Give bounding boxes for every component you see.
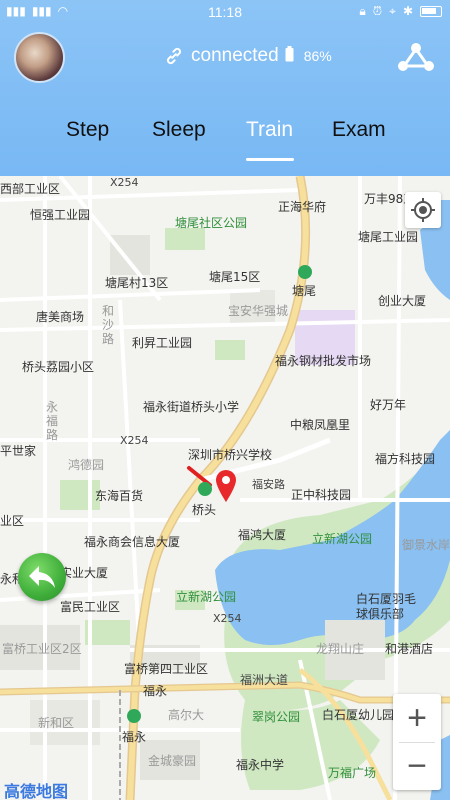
poi-label: 正海华府	[278, 200, 327, 214]
connection-label: connected	[191, 45, 279, 66]
tab-sleep[interactable]: Sleep	[152, 118, 206, 142]
back-button[interactable]	[18, 553, 66, 601]
poi-label: 立新湖公园	[176, 590, 237, 604]
poi-label: 塘尾15区	[209, 270, 261, 284]
road-label: 和沙路	[102, 304, 115, 346]
device-battery-label: 86%	[303, 48, 332, 64]
return-arrow-icon	[29, 566, 55, 588]
tab-train[interactable]: Train	[246, 118, 293, 142]
poi-label: 利昇工业园	[132, 336, 193, 350]
poi-label: 唐美商场	[36, 310, 85, 324]
poi-label: 高尔大	[168, 708, 205, 722]
poi-label: 新和区	[38, 716, 75, 730]
poi-label: 白石厦幼儿园	[322, 708, 395, 722]
active-tab-indicator	[246, 158, 294, 161]
road-label: 福洲大道	[240, 673, 289, 687]
bluetooth-icon: ✱	[402, 4, 413, 18]
tab-bar: Step Sleep Train Exam	[0, 118, 450, 168]
lock-icon: 🔒︎	[359, 4, 366, 18]
poi-label: 福永中学	[236, 758, 285, 772]
poi-label: 福方科技园	[375, 452, 436, 466]
locate-me-button[interactable]	[405, 192, 441, 228]
tab-step[interactable]: Step	[66, 118, 109, 142]
app-header: ▮▮▮ ▮▮▮ ◠ 11:18 🔒︎ ⏰︎ ⌖ ✱ connected 86%	[0, 0, 450, 176]
poi-label: 福鸿大厦	[238, 528, 287, 542]
share-icon[interactable]	[396, 40, 436, 74]
poi-label: 万福广场	[328, 766, 377, 780]
tab-exam[interactable]: Exam	[332, 118, 386, 142]
poi-label: 平世家	[0, 444, 37, 458]
poi-label: 金城豪园	[148, 754, 197, 768]
road-label: X254	[213, 612, 242, 625]
poi-label: 立新湖公园	[312, 532, 373, 546]
road-label: 福安路	[252, 478, 285, 491]
map-provider-logo: 高德地图	[4, 782, 69, 800]
poi-label: 桥头荔园小区	[22, 360, 95, 374]
poi-label: 中粮凤凰里	[290, 418, 351, 432]
road-label: 永福路	[46, 400, 59, 442]
road-label: X254	[110, 176, 139, 189]
zoom-out-button[interactable]: −	[393, 742, 441, 790]
poi-label: 实业大厦	[60, 566, 109, 580]
poi-label: 创业大厦	[378, 294, 427, 308]
poi-label: 宝安华强城	[228, 304, 289, 318]
poi-label: 翠岗公园	[252, 710, 301, 724]
road-label: X254	[120, 434, 149, 447]
location-marker-icon	[215, 469, 237, 507]
poi-label: 西部工业区	[0, 182, 61, 196]
poi-label: 塘尾社区公园	[175, 216, 248, 230]
poi-label: 业区	[0, 514, 25, 528]
link-icon	[163, 45, 185, 67]
poi-label: 鸿德园	[68, 458, 105, 472]
avatar[interactable]	[14, 32, 65, 83]
status-right: 🔒︎ ⏰︎ ⌖ ✱	[359, 4, 442, 18]
poi-label: 龙翔山庄	[316, 642, 365, 656]
poi-label: 富桥工业区2区	[2, 642, 82, 656]
map-view[interactable]: 西部工业区 X254 正海华府 万丰98工业城 恒强工业园 塘尾社区公园 塘尾工…	[0, 176, 450, 800]
battery-icon	[420, 5, 442, 17]
location-icon: ⌖	[389, 4, 396, 18]
poi-label: 福永商会信息大厦	[84, 535, 181, 549]
poi-label: 福永钢材批发市场	[275, 354, 372, 368]
poi-label: 富民工业区	[60, 600, 121, 614]
poi-label: 塘尾工业园	[358, 230, 419, 244]
poi-label: 福永	[122, 730, 147, 744]
device-battery-icon	[285, 46, 294, 66]
zoom-in-button[interactable]: +	[393, 694, 441, 742]
crosshair-icon	[411, 198, 435, 222]
poi-label: 正中科技园	[291, 488, 352, 502]
poi-label: 好万年	[370, 398, 407, 412]
poi-label: 和港酒店	[385, 642, 434, 656]
poi-label: 福永	[143, 684, 168, 698]
poi-label: 东海百货	[95, 489, 144, 503]
poi-label: 恒强工业园	[30, 208, 91, 222]
poi-label: 桥头	[192, 503, 217, 517]
alarm-icon: ⏰︎	[372, 4, 383, 18]
poi-label: 白石厦羽毛球俱乐部	[356, 592, 417, 621]
poi-label: 福永街道桥头小学	[143, 400, 240, 414]
poi-label: 富桥第四工业区	[124, 662, 209, 676]
zoom-controls: + −	[393, 694, 441, 790]
poi-label: 深圳市桥兴学校	[188, 448, 273, 462]
poi-label: 御景水岸	[402, 538, 450, 552]
poi-label: 塘尾	[292, 284, 317, 298]
connection-status: connected 86%	[163, 45, 332, 67]
status-bar: ▮▮▮ ▮▮▮ ◠ 11:18 🔒︎ ⏰︎ ⌖ ✱	[0, 0, 450, 24]
poi-label: 塘尾村13区	[105, 276, 169, 290]
